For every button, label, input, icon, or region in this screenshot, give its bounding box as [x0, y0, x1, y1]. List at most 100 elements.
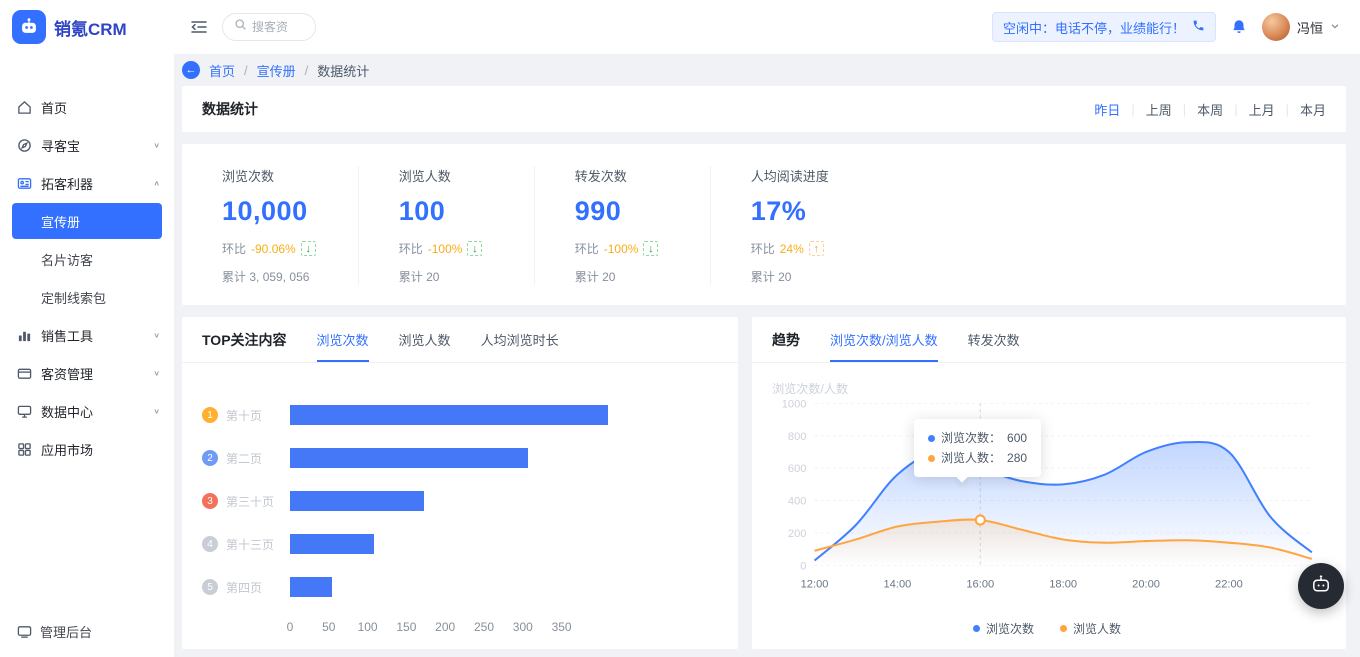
rank-badge: 3 [202, 493, 218, 509]
rank-badge: 4 [202, 536, 218, 552]
user-menu[interactable]: 冯恒 [1261, 13, 1340, 41]
sidebar-item-app-market[interactable]: 应用市场 [0, 430, 174, 468]
bar-track [290, 577, 708, 597]
legend-item-visitors[interactable]: 浏览人数 [1060, 620, 1121, 637]
tooltip-value: 600 [1007, 431, 1028, 445]
sidebar-item-data-center[interactable]: 数据中心 ∨ [0, 392, 174, 430]
stat-label: 浏览人数 [398, 169, 451, 184]
rank-badge: 2 [202, 450, 218, 466]
content: 数据统计 昨日 | 上周 | 本周 | 上月 | 本月 浏览次数 10,000 [174, 86, 1360, 657]
chevron-down-icon: ∨ [153, 368, 160, 377]
search-input[interactable] [252, 20, 304, 34]
user-name: 冯恒 [1296, 20, 1323, 36]
ai-assistant-button[interactable] [1298, 563, 1344, 609]
svg-text:14:00: 14:00 [884, 579, 912, 591]
sidebar: 销氪CRM 首页 寻客宝 ∨ 拓客利器 ∧ 宣传册 名片访客 定制线索包 销售工… [0, 0, 174, 657]
breadcrumb-brochure[interactable]: 宣传册 [257, 61, 296, 80]
breadcrumb-current: 数据统计 [317, 63, 370, 79]
sidebar-item-home[interactable]: 首页 [0, 88, 174, 126]
chevron-down-icon: ∨ [153, 330, 160, 339]
main-area: 空闲中：电话不停，业绩能行！ 冯恒 ← 首页 / 宣传册 / 数据统计 数据统计 [174, 0, 1360, 657]
tab-avg-duration[interactable]: 人均浏览时长 [481, 317, 559, 362]
ratio-label: 环比 [750, 242, 775, 256]
back-button[interactable]: ← [182, 61, 200, 79]
sidebar-item-custom-leads[interactable]: 定制线索包 [0, 278, 174, 316]
sidebar-item-label: 销售工具 [41, 328, 94, 344]
sidebar-item-xunkebao[interactable]: 寻客宝 ∨ [0, 126, 174, 164]
trend-tabs: 浏览次数/浏览人数 转发次数 [830, 317, 1020, 362]
bar-row: 2 第二页 [202, 448, 708, 468]
ratio-value: 24% [779, 241, 804, 256]
sidebar-item-tuoke[interactable]: 拓客利器 ∧ [0, 164, 174, 202]
compass-icon [16, 137, 32, 153]
filter-yesterday[interactable]: 昨日 [1094, 100, 1120, 119]
topbar: 空闲中：电话不停，业绩能行！ 冯恒 [174, 0, 1360, 54]
total-value: 3, 059, 056 [249, 270, 310, 284]
tab-shares[interactable]: 转发次数 [968, 317, 1020, 362]
sidebar-item-brochure[interactable]: 宣传册 [12, 203, 162, 239]
rank-badge: 1 [202, 407, 218, 423]
tab-visitors[interactable]: 浏览人数 [399, 317, 451, 362]
stat-card: 转发次数 990 环比 -100% ↓ 累计 20 [535, 166, 711, 285]
ratio-label: 环比 [574, 242, 599, 256]
total-label: 累计 [750, 270, 775, 284]
app-root: 销氪CRM 首页 寻客宝 ∨ 拓客利器 ∧ 宣传册 名片访客 定制线索包 销售工… [0, 0, 1360, 657]
bar-category-label: 第三十页 [226, 494, 275, 509]
notification-bell-icon[interactable] [1230, 18, 1248, 36]
robot-icon [1309, 573, 1333, 600]
sidebar-collapse-icon[interactable] [190, 18, 208, 36]
chart-legend: 浏览次数 浏览人数 [764, 616, 1330, 643]
top-content-tabs: 浏览次数 浏览人数 人均浏览时长 [316, 317, 559, 362]
brand-name: 销氪CRM [54, 19, 127, 39]
tab-views[interactable]: 浏览次数 [316, 317, 369, 362]
sidebar-item-card-visitors[interactable]: 名片访客 [0, 240, 174, 278]
top-content-panel: TOP关注内容 浏览次数 浏览人数 人均浏览时长 1 第十页 2 第二页 3 第… [182, 317, 738, 649]
svg-text:800: 800 [788, 431, 807, 443]
bar [290, 448, 529, 468]
trend-title: 趋势 [772, 331, 800, 348]
breadcrumb-separator: / [244, 62, 248, 78]
bar-category-label: 第十三页 [226, 537, 275, 552]
tooltip-label: 浏览人数： [941, 451, 1002, 465]
brand-robot-icon [12, 10, 46, 44]
sidebar-item-label: 寻客宝 [41, 138, 81, 154]
chevron-down-icon [1330, 18, 1340, 36]
chevron-down-icon: ∨ [153, 406, 160, 415]
filter-this-month[interactable]: 本月 [1300, 100, 1326, 119]
chevron-up-icon: ∧ [153, 178, 160, 187]
call-status-banner[interactable]: 空闲中：电话不停，业绩能行！ [991, 12, 1216, 42]
svg-text:12:00: 12:00 [801, 579, 829, 591]
total-value: 20 [778, 270, 792, 284]
breadcrumb-home[interactable]: 首页 [209, 61, 235, 80]
sidebar-item-sales-tools[interactable]: 销售工具 ∨ [0, 316, 174, 354]
brand: 销氪CRM [0, 0, 174, 54]
bar-category-label: 第十页 [226, 408, 263, 423]
filter-last-month[interactable]: 上月 [1249, 100, 1275, 119]
filter-this-week[interactable]: 本周 [1197, 100, 1223, 119]
bar-chart-icon [16, 327, 32, 343]
stat-card: 浏览次数 10,000 环比 -90.06% ↓ 累计 3, 059, 056 [182, 166, 359, 285]
total-label: 累计 [574, 270, 599, 284]
bar-track [290, 448, 708, 468]
trend-panel: 趋势 浏览次数/浏览人数 转发次数 0 200 400 600 800 1000 浏览次数/… [752, 317, 1346, 649]
tab-views-visitors[interactable]: 浏览次数/浏览人数 [830, 317, 938, 362]
stat-card: 人均阅读进度 17% 环比 24% ↑ 累计 20 [711, 166, 1346, 285]
id-card-icon [16, 175, 32, 191]
sidebar-item-admin-console[interactable]: 管理后台 [0, 606, 174, 657]
monitor-icon [16, 403, 32, 419]
tooltip-value: 280 [1007, 451, 1028, 465]
stat-label: 浏览次数 [222, 169, 275, 184]
svg-text:20:00: 20:00 [1132, 579, 1160, 591]
sidebar-item-customer-mgmt[interactable]: 客资管理 ∨ [0, 354, 174, 392]
search-box[interactable] [222, 13, 316, 41]
bar-track [290, 534, 708, 554]
filter-last-week[interactable]: 上周 [1146, 100, 1172, 119]
status-text: 空闲中：电话不停，业绩能行！ [1002, 20, 1185, 36]
ratio-label: 环比 [222, 242, 247, 256]
legend-dot [972, 625, 980, 632]
breadcrumb: ← 首页 / 宣传册 / 数据统计 [0, 54, 1360, 86]
tooltip-label: 浏览次数： [941, 431, 1002, 445]
total-label: 累计 [222, 270, 247, 284]
svg-text:16:00: 16:00 [966, 579, 994, 591]
legend-item-views[interactable]: 浏览次数 [972, 620, 1034, 637]
